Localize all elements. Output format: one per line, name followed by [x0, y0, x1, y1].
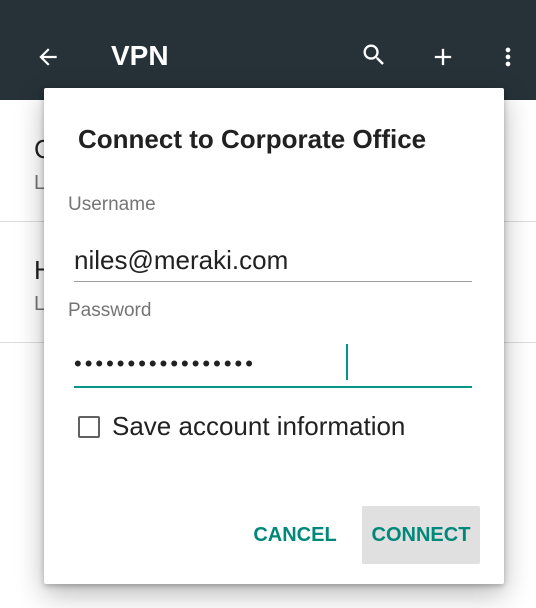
search-icon: [363, 44, 384, 65]
text-cursor: [346, 344, 348, 380]
search-button[interactable]: [350, 31, 398, 79]
more-vert-icon: [505, 47, 511, 67]
more-options-button[interactable]: [484, 33, 532, 81]
back-button[interactable]: [24, 33, 72, 81]
arrow-back-icon: [39, 48, 57, 66]
connect-button[interactable]: CONNECT: [362, 506, 480, 564]
connect-dialog: Connect to Corporate Office Username Pas…: [44, 88, 504, 584]
save-account-row[interactable]: Save account information: [78, 411, 405, 442]
save-account-checkbox[interactable]: [78, 415, 100, 438]
dialog-title: Connect to Corporate Office: [78, 124, 427, 154]
username-field[interactable]: [74, 239, 472, 282]
password-field[interactable]: [74, 342, 472, 388]
username-label: Username: [68, 194, 156, 215]
save-account-label: Save account information: [112, 411, 406, 441]
add-vpn-button[interactable]: [419, 33, 467, 81]
page-title: VPN: [111, 40, 169, 71]
cancel-button[interactable]: CANCEL: [250, 506, 340, 564]
app-bar: VPN: [0, 0, 536, 100]
add-icon: [434, 48, 452, 66]
password-label: Password: [68, 300, 152, 321]
